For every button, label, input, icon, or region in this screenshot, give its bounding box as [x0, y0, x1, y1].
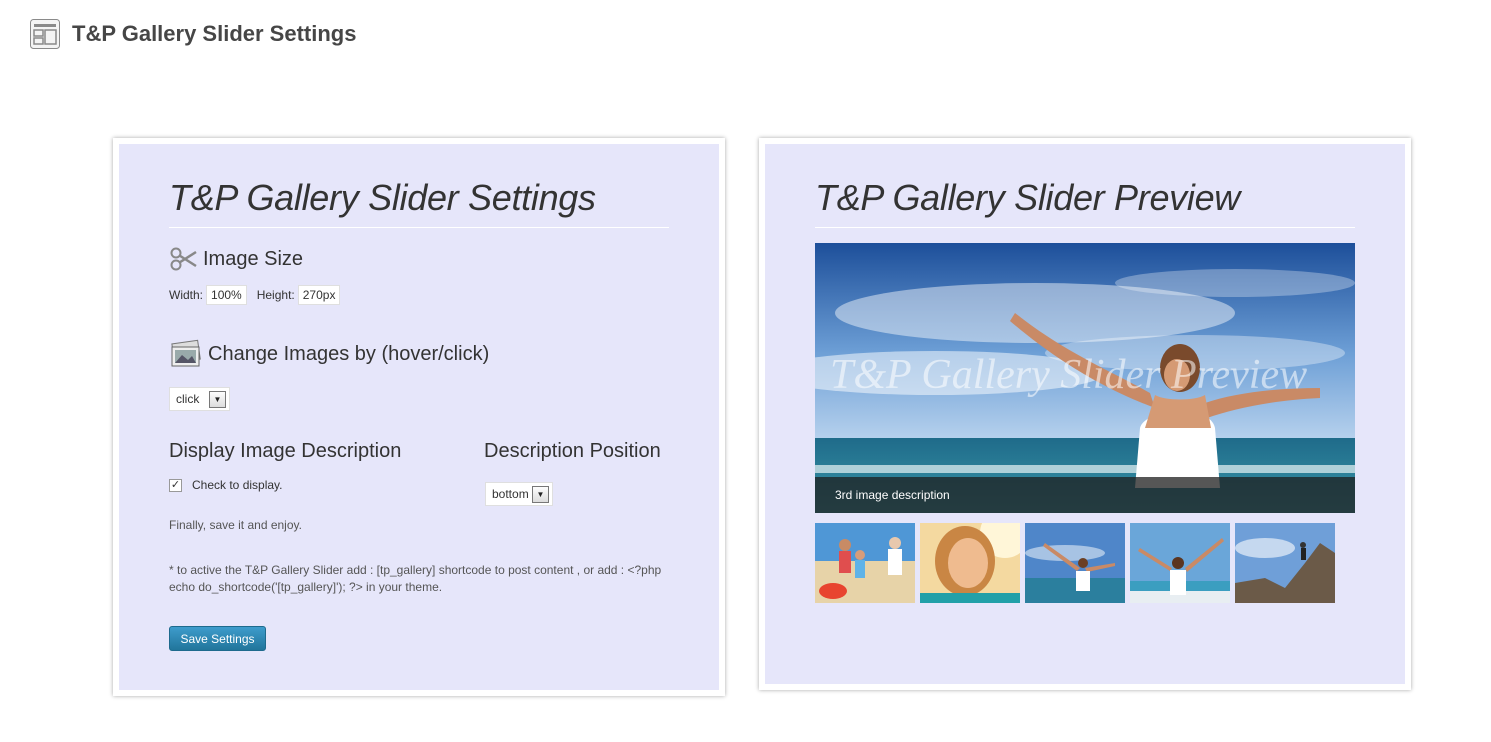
- scissors-icon: [169, 245, 197, 273]
- page-header: T&P Gallery Slider Settings: [29, 17, 356, 51]
- woman-arms-up-thumb[interactable]: [1130, 523, 1230, 603]
- display-description-checkbox[interactable]: ✓: [169, 478, 182, 492]
- description-position-heading: Description Position: [484, 440, 661, 463]
- title-divider: [815, 227, 1355, 228]
- shortcode-note: * to active the T&P Gallery Slider add :…: [169, 563, 662, 594]
- checkbox-label: Check to display.: [192, 478, 283, 492]
- change-images-label: Change Images by (hover/click): [208, 342, 490, 365]
- display-description-heading: Display Image Description: [169, 440, 401, 463]
- preview-panel: T&P Gallery Slider Preview T&P Gallery S…: [759, 138, 1411, 690]
- image-size-heading: Image Size: [169, 245, 303, 273]
- height-input[interactable]: 270px: [297, 285, 341, 305]
- preview-title: T&P Gallery Slider Preview: [815, 177, 1240, 218]
- description-position-label: Description Position: [484, 440, 661, 462]
- description-position-value: bottom: [492, 487, 529, 501]
- image-caption: 3rd image description: [815, 477, 1355, 513]
- climber-thumb[interactable]: [1235, 523, 1335, 603]
- height-label: Height:: [256, 288, 295, 302]
- dropdown-arrow-icon[interactable]: ▼: [532, 485, 549, 503]
- description-position-select[interactable]: bottom ▼: [485, 482, 553, 506]
- family-beach-thumb[interactable]: [815, 523, 915, 603]
- width-label: Width:: [169, 288, 204, 302]
- display-description-label: Display Image Description: [169, 440, 402, 462]
- slider-main-image[interactable]: T&P Gallery Slider Preview 3rd image des…: [815, 243, 1355, 513]
- width-input[interactable]: 100%: [206, 285, 247, 305]
- settings-panel: T&P Gallery Slider Settings Image Size W…: [113, 138, 725, 696]
- dropdown-arrow-icon[interactable]: ▼: [209, 390, 226, 408]
- display-description-row: ✓ Check to display.: [169, 478, 283, 492]
- slider-watermark: T&P Gallery Slider Preview: [830, 352, 1308, 398]
- image-size-fields: Width: 100% Height: 270px: [169, 285, 341, 305]
- image-size-label: Image Size: [203, 247, 304, 270]
- page-title: T&P Gallery Slider Settings: [72, 21, 357, 46]
- settings-page-icon: [29, 18, 61, 50]
- settings-title: T&P Gallery Slider Settings: [169, 177, 596, 218]
- change-images-select[interactable]: click ▼: [169, 387, 230, 411]
- finally-note: Finally, save it and enjoy.: [169, 518, 302, 532]
- woman-sea-thumb[interactable]: [1025, 523, 1125, 603]
- photos-icon: [169, 339, 203, 369]
- title-divider: [169, 227, 669, 228]
- smiling-woman-thumb[interactable]: [920, 523, 1020, 603]
- save-settings-button[interactable]: Save Settings: [169, 626, 266, 651]
- change-images-heading: Change Images by (hover/click): [169, 339, 489, 369]
- change-images-value: click: [176, 392, 200, 406]
